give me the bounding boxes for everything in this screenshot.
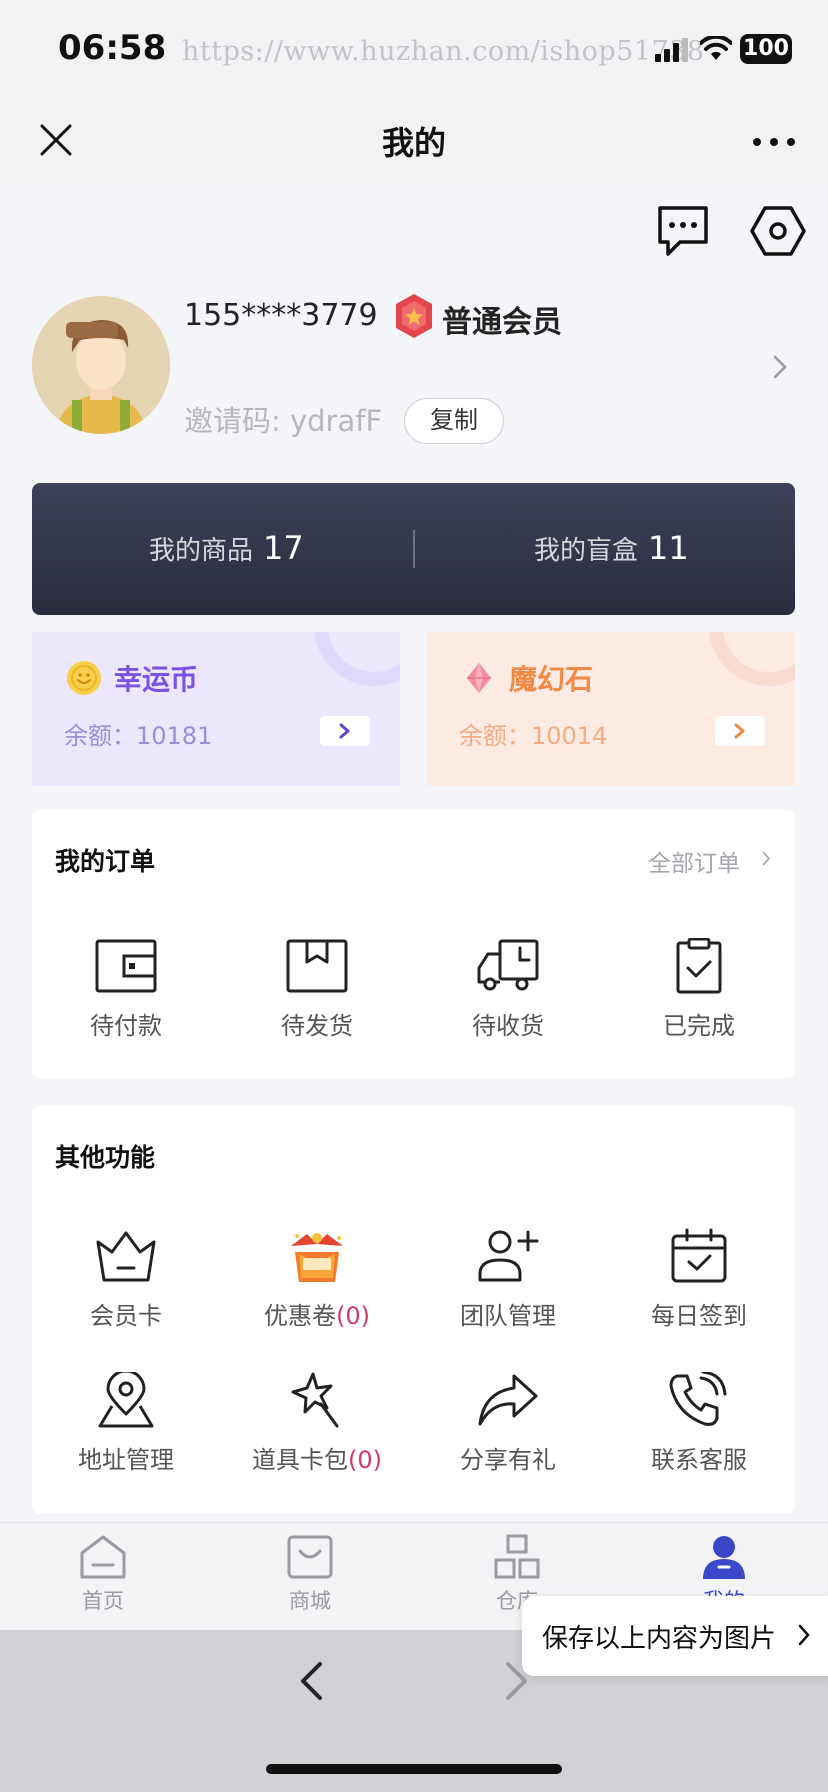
package-icon	[286, 939, 348, 993]
smiley-coin-icon	[67, 661, 101, 695]
watermark-url: https://www.huzhan.com/ishop51738	[182, 36, 705, 67]
crown-icon	[96, 1231, 156, 1282]
back-arrow-icon[interactable]	[298, 1660, 324, 1702]
feature-daily-checkin[interactable]: 每日签到	[604, 1228, 794, 1331]
item-card-pack-count: (0)	[348, 1446, 382, 1474]
feature-address-management-label: 地址管理	[78, 1446, 174, 1474]
chevron-right-icon[interactable]	[715, 716, 765, 746]
magic-stone-card[interactable]: 魔幻石 余额：10014	[427, 632, 795, 786]
more-dots-icon[interactable]	[752, 136, 796, 148]
feature-share-reward-label: 分享有礼	[460, 1446, 556, 1474]
stats-bar: 我的商品 17 我的盲盒 11	[32, 483, 795, 615]
feature-address-management[interactable]: 地址管理	[31, 1372, 221, 1475]
chevron-right-icon[interactable]	[772, 354, 788, 380]
status-bar: 06:58 https://www.huzhan.com/ishop51738 …	[0, 0, 828, 100]
features-card: 其他功能 会员卡 优惠卷(0) 团队管理 每日签到 地址管理 道具卡包(0) 分…	[32, 1106, 795, 1514]
my-blindbox-label: 我的盲盒	[534, 536, 639, 566]
orders-title: 我的订单	[55, 847, 156, 876]
avatar-illustration	[32, 296, 170, 434]
phone-icon	[669, 1372, 727, 1426]
chevron-right-icon[interactable]	[762, 851, 771, 866]
nav-bar: 我的	[0, 100, 828, 184]
order-pending-receipt[interactable]: 待收货	[413, 938, 603, 1041]
battery-indicator: 100	[740, 34, 792, 64]
avatar[interactable]	[32, 296, 170, 434]
feature-coupon[interactable]: 优惠卷(0)	[222, 1228, 412, 1331]
magic-stone-name: 魔幻石	[509, 663, 594, 696]
member-level: 普通会员	[442, 305, 562, 340]
member-badge-icon	[396, 294, 432, 338]
home-icon	[80, 1535, 126, 1579]
tab-shop[interactable]: 商城	[240, 1533, 380, 1615]
orders-card: 我的订单 全部订单 待付款 待发货 待收货 已完成	[32, 810, 795, 1078]
lucky-coin-balance: 余额：10181	[64, 722, 213, 750]
feature-member-card-label: 会员卡	[90, 1302, 162, 1330]
coupon-text: 优惠卷	[264, 1302, 336, 1330]
user-icon	[703, 1536, 745, 1579]
status-time: 06:58	[58, 28, 167, 68]
magic-stone-balance: 余额：10014	[459, 722, 608, 750]
lucky-coin-card[interactable]: 幸运币 余额：10181	[32, 632, 400, 786]
home-indicator	[266, 1764, 562, 1774]
my-goods-count: 17	[263, 529, 304, 567]
all-orders-link[interactable]: 全部订单	[648, 844, 740, 878]
order-pending-payment[interactable]: 待付款	[31, 938, 221, 1041]
coupon-count: (0)	[336, 1302, 370, 1330]
order-completed[interactable]: 已完成	[604, 938, 794, 1041]
hexagon-settings-icon[interactable]	[750, 204, 806, 258]
feature-member-card[interactable]: 会员卡	[31, 1228, 221, 1331]
save-as-image-popup[interactable]: 保存以上内容为图片	[522, 1596, 828, 1676]
gift-box-icon	[291, 1233, 343, 1282]
lucky-coin-name: 幸运币	[114, 663, 199, 696]
chevron-right-icon	[798, 1624, 810, 1646]
wallet-icon	[95, 939, 157, 993]
calendar-check-icon	[671, 1228, 727, 1283]
my-goods-label: 我的商品	[149, 536, 254, 566]
tab-home[interactable]: 首页	[33, 1533, 173, 1615]
share-arrow-icon	[478, 1374, 538, 1426]
shop-bag-icon	[287, 1535, 333, 1579]
tab-home-label: 首页	[82, 1589, 124, 1613]
chat-bubble-icon[interactable]	[656, 204, 710, 258]
truck-icon	[477, 939, 539, 991]
feature-coupon-label: 优惠卷(0)	[222, 1296, 412, 1331]
location-pin-icon	[98, 1372, 154, 1428]
order-pending-shipment[interactable]: 待发货	[222, 938, 412, 1041]
feature-customer-service[interactable]: 联系客服	[604, 1372, 794, 1475]
feature-item-card-pack-label: 道具卡包(0)	[222, 1440, 412, 1475]
decorative-ring	[314, 632, 400, 686]
feature-customer-service-label: 联系客服	[651, 1446, 747, 1474]
chevron-right-icon[interactable]	[320, 716, 370, 746]
save-as-image-label: 保存以上内容为图片	[542, 1624, 777, 1654]
order-pending-shipment-label: 待发货	[281, 1012, 353, 1040]
feature-item-card-pack[interactable]: 道具卡包(0)	[222, 1372, 412, 1475]
user-add-icon	[478, 1230, 539, 1282]
tab-shop-label: 商城	[289, 1589, 331, 1613]
feature-team-management[interactable]: 团队管理	[413, 1228, 603, 1331]
my-blindbox-count: 11	[648, 529, 689, 567]
features-title: 其他功能	[55, 1143, 156, 1172]
decorative-ring	[709, 632, 795, 686]
clipboard-check-icon	[676, 938, 722, 994]
item-card-pack-text: 道具卡包	[252, 1446, 348, 1474]
feature-daily-checkin-label: 每日签到	[651, 1302, 747, 1330]
order-pending-receipt-label: 待收货	[472, 1012, 544, 1040]
feature-team-management-label: 团队管理	[460, 1302, 556, 1330]
copy-button[interactable]: 复制	[404, 398, 504, 444]
user-phone: 155****3779	[184, 298, 378, 333]
order-pending-payment-label: 待付款	[90, 1012, 162, 1040]
page-title: 我的	[381, 124, 446, 162]
feature-share-reward[interactable]: 分享有礼	[413, 1372, 603, 1475]
gem-icon	[467, 663, 491, 693]
cellular-signal-icon	[655, 38, 688, 62]
warehouse-icon	[494, 1534, 540, 1579]
stats-divider	[413, 530, 415, 568]
my-goods-stat[interactable]: 我的商品 17	[149, 529, 304, 569]
invite-code: 邀请码: ydrafF	[184, 404, 383, 438]
wifi-icon	[700, 36, 732, 60]
order-completed-label: 已完成	[663, 1012, 735, 1040]
my-blindbox-stat[interactable]: 我的盲盒 11	[534, 529, 689, 569]
magic-wand-icon	[291, 1372, 339, 1428]
